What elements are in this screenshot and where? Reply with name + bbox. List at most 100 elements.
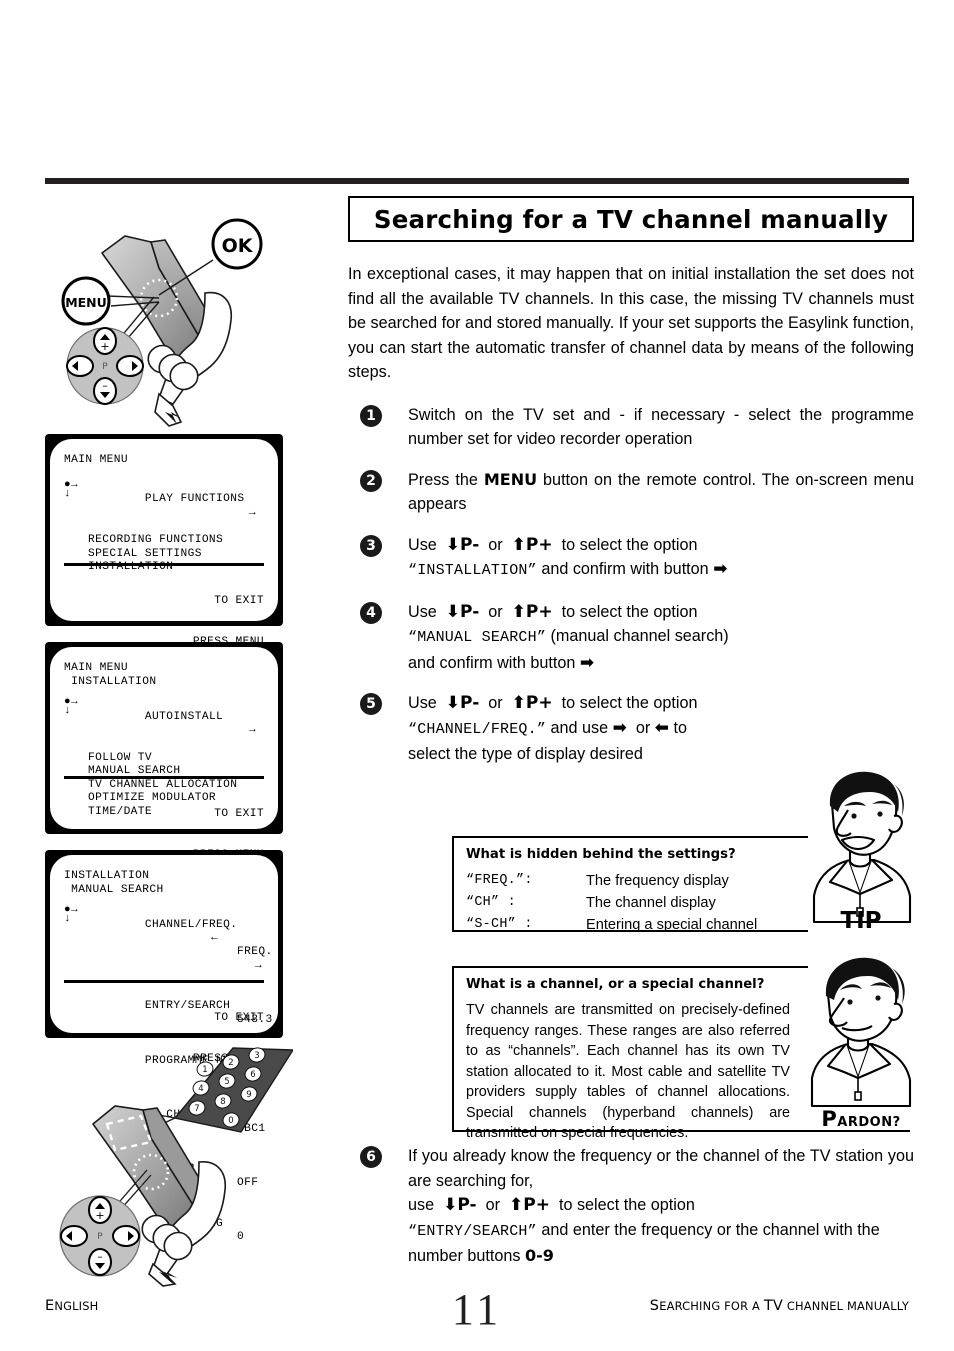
keypad-key-5: 5: [224, 1077, 229, 1087]
osd-title: MAIN MENU: [64, 662, 129, 674]
step-text: Use ⬇P- or ⬆P+ to select the option: [408, 533, 914, 558]
osd-item-label: SPECIAL SETTINGS: [88, 547, 202, 560]
osd-exit-line1: TO EXIT: [214, 595, 264, 608]
tip-heading: What is hidden behind the settings?: [466, 847, 736, 862]
number-keys-label: 0-9: [524, 1246, 554, 1265]
footer-running-head: SEARCHING FOR A TV CHANNEL MANUALLY: [650, 1298, 909, 1314]
step-mid: to select the option: [558, 1196, 695, 1214]
left-arrow-icon: ⬅: [654, 717, 670, 738]
dpad-plus-label: +: [95, 1209, 104, 1222]
step-text: Use ⬇P- or ⬆P+ to select the option: [408, 691, 914, 716]
top-remote-illustration: OK MENU + – P: [55, 198, 290, 430]
callout-ok-label: OK: [222, 235, 254, 257]
osd-item-label: FOLLOW TV: [88, 751, 153, 764]
page-title-box: Searching for a TV channel manually: [348, 196, 914, 242]
tip-key: “FREQ.”:: [466, 873, 533, 888]
p-down-key: ⬇P-: [445, 534, 480, 555]
osd-title: INSTALLATION: [64, 870, 150, 882]
step-tail: and confirm with button: [408, 653, 576, 672]
main-content-column: Searching for a TV channel manually In e…: [348, 196, 914, 783]
step-number-badge: 3: [360, 534, 382, 557]
dpad-p-label: P: [97, 1232, 103, 1242]
callout-menu-label: MENU: [65, 295, 107, 310]
step-text: If you already know the frequency or the…: [408, 1147, 914, 1190]
p-down-key: ⬇P-: [445, 693, 480, 713]
tip-key: “S-CH” :: [466, 917, 533, 932]
running-head-part-2: EARCHING FOR A: [659, 1299, 764, 1313]
step-or: or: [488, 535, 503, 554]
step-5: 5 Use ⬇P- or ⬆P+ to select the option “C…: [348, 691, 914, 767]
osd-divider: [64, 563, 264, 566]
osd-item-label: CHANNEL/FREQ.: [144, 918, 238, 931]
step-number-badge: 1: [360, 404, 382, 427]
dpad-plus-label: +: [100, 340, 109, 353]
right-arrow-icon: ➡: [713, 559, 728, 579]
step-and-use: and use: [550, 718, 609, 737]
osd-item-value: FREQ.: [237, 945, 273, 958]
step-use: Use: [408, 535, 437, 554]
step-6-container: 6 If you already know the frequency or t…: [348, 1144, 914, 1285]
intro-paragraph: In exceptional cases, it may happen that…: [348, 265, 914, 381]
tip-value: The frequency display: [586, 873, 729, 889]
osd-screen-installation: MAIN MENU INSTALLATION ●→ ↓ AUTOINSTALL →…: [45, 642, 283, 861]
step-to: to: [673, 718, 688, 737]
keypad-key-8: 8: [220, 1097, 225, 1107]
p-up-key: ⬆P+: [511, 693, 553, 713]
step-use: Use: [408, 694, 437, 712]
tip-value: The channel display: [586, 895, 716, 911]
keypad-key-7: 7: [194, 1104, 199, 1114]
osd-item-left-arrow: ←: [211, 932, 219, 945]
osd-option-name: “MANUAL SEARCH”: [408, 629, 547, 646]
step-2: 2 Press the MENU button on the remote co…: [348, 468, 914, 517]
osd-item-right-arrow: →: [254, 959, 262, 972]
step-tail: and confirm with button: [541, 560, 709, 578]
osd-screen-main-menu: MAIN MENU ●→ ↓ PLAY FUNCTIONS → RECORDING…: [45, 434, 283, 648]
osd-item-arrow: →: [248, 506, 256, 519]
footer-language: ENGLISH: [45, 1298, 98, 1314]
step-use: Use: [408, 602, 437, 621]
osd-divider: [64, 776, 264, 779]
step-or: or: [488, 602, 503, 621]
dpad-minus-label: –: [97, 1250, 103, 1263]
pardon-heading: What is a channel, or a special channel?: [466, 977, 765, 992]
keypad-key-9: 9: [246, 1090, 251, 1100]
keypad-key-4: 4: [198, 1084, 203, 1094]
step-3: 3 Use ⬇P- or ⬆P+ to select the option “I…: [348, 533, 914, 584]
page-number: 11: [451, 1285, 503, 1334]
page-title: Searching for a TV channel manually: [373, 204, 889, 234]
page-top-rule: [45, 178, 909, 184]
running-head-part-4: CHANNEL MANUALLY: [783, 1299, 909, 1313]
osd-exit-line1: TO EXIT: [214, 1012, 264, 1025]
table-row: “CH” : The channel display: [466, 892, 757, 914]
osd-subtitle: INSTALLATION: [64, 675, 157, 688]
running-head-part-1: S: [649, 1298, 660, 1314]
p-up-key: ⬆P+: [508, 1195, 550, 1215]
keypad-key-0: 0: [228, 1116, 233, 1126]
table-row: “S-CH” : Entering a special channel: [466, 914, 757, 936]
step-use: use: [408, 1196, 435, 1214]
keypad-key-1: 1: [202, 1065, 207, 1075]
pardon-body: TV channels are transmitted on precisely…: [466, 1002, 790, 1141]
osd-divider: [64, 980, 264, 983]
footer-language-rest: NGLISH: [54, 1299, 99, 1313]
right-arrow-icon: ➡: [612, 717, 627, 738]
dpad-cluster: + – P: [59, 1195, 141, 1277]
p-down-key: ⬇P-: [443, 1195, 477, 1215]
osd-option-name: “ENTRY/SEARCH”: [408, 1222, 537, 1240]
step-or: or: [485, 1196, 500, 1214]
step-text-pre: Press the: [408, 470, 484, 489]
osd-subtitle: MANUAL SEARCH: [64, 883, 164, 896]
step-mid: to select the option: [561, 694, 698, 712]
step-text: Use ⬇P- or ⬆P+ to select the option: [408, 600, 914, 625]
step-paren: (manual channel search): [550, 627, 729, 645]
p-up-key: ⬆P+: [511, 534, 553, 555]
keypad-key-3: 3: [254, 1051, 259, 1061]
step-or: or: [488, 694, 503, 712]
keypad-key-2: 2: [228, 1058, 233, 1068]
osd-option-name: “INSTALLATION”: [408, 562, 537, 579]
step-number-badge: 6: [360, 1146, 382, 1168]
osd-screen-manual-search: INSTALLATION MANUAL SEARCH ●→ ↓ CHANNEL/F…: [45, 850, 283, 1243]
tip-value: Entering a special channel: [586, 917, 758, 933]
tip-key: “CH” :: [466, 895, 517, 910]
step-tail: select the type of display desired: [408, 745, 643, 763]
